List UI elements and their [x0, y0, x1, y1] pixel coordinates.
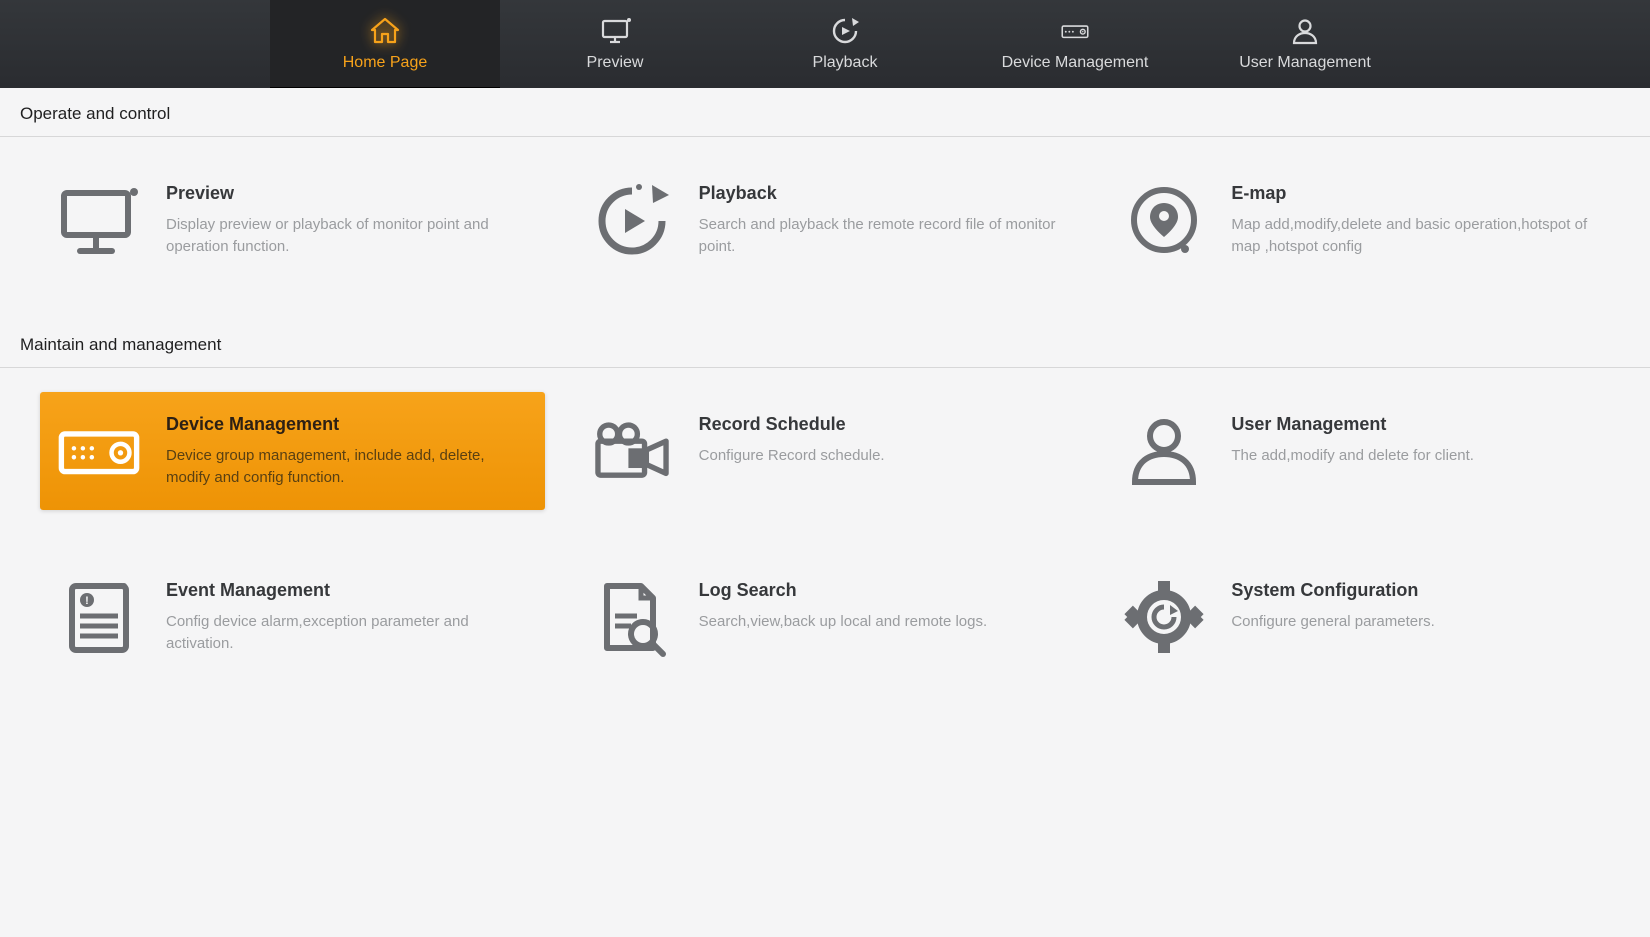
- card-desc: Search,view,back up local and remote log…: [699, 611, 1064, 633]
- card-title: E-map: [1231, 183, 1596, 204]
- card-title: Playback: [699, 183, 1064, 204]
- maintain-grid: Device Management Device group managemen…: [0, 368, 1650, 716]
- operate-grid: Preview Display preview or playback of m…: [0, 137, 1650, 319]
- card-desc: Search and playback the remote record fi…: [699, 214, 1064, 258]
- house-icon: [368, 16, 402, 46]
- user-icon: [1121, 410, 1207, 492]
- nav-label: Device Management: [1002, 54, 1149, 72]
- card-desc: The add,modify and delete for client.: [1231, 445, 1596, 467]
- nav-label: Playback: [813, 54, 878, 72]
- playback-circle-icon: [828, 16, 862, 46]
- nav-tab-user-mgmt[interactable]: User Management: [1190, 0, 1420, 88]
- map-pin-circle-icon: [1121, 179, 1207, 261]
- monitor-icon: [598, 16, 632, 46]
- card-desc: Display preview or playback of monitor p…: [166, 214, 531, 258]
- card-device-management[interactable]: Device Management Device group managemen…: [40, 392, 545, 510]
- nav-tab-device-mgmt[interactable]: Device Management: [960, 0, 1190, 88]
- card-title: User Management: [1231, 414, 1596, 435]
- svg-text:!: !: [85, 595, 89, 607]
- card-title: Event Management: [166, 580, 531, 601]
- top-nav: Home Page Preview Playback: [0, 0, 1650, 88]
- card-desc: Configure general parameters.: [1231, 611, 1596, 633]
- nav-label: User Management: [1239, 54, 1371, 72]
- monitor-icon: [56, 179, 142, 261]
- document-alert-icon: !: [56, 576, 142, 658]
- device-card-icon: [1058, 16, 1092, 46]
- nav-tab-playback[interactable]: Playback: [730, 0, 960, 88]
- card-desc: Map add,modify,delete and basic operatio…: [1231, 214, 1596, 258]
- card-log-search[interactable]: Log Search Search,view,back up local and…: [573, 558, 1078, 676]
- card-user-management[interactable]: User Management The add,modify and delet…: [1105, 392, 1610, 510]
- nav-label: Preview: [587, 54, 644, 72]
- card-title: Log Search: [699, 580, 1064, 601]
- section-header-operate: Operate and control: [0, 88, 1650, 137]
- nav-label: Home Page: [343, 54, 428, 72]
- playback-circle-icon: [589, 179, 675, 261]
- card-title: Preview: [166, 183, 531, 204]
- gear-icon: [1121, 576, 1207, 658]
- device-card-icon: [56, 410, 142, 492]
- card-record-schedule[interactable]: Record Schedule Configure Record schedul…: [573, 392, 1078, 510]
- nav-tab-preview[interactable]: Preview: [500, 0, 730, 88]
- card-title: System Configuration: [1231, 580, 1596, 601]
- document-search-icon: [589, 576, 675, 658]
- card-desc: Device group management, include add, de…: [166, 445, 531, 489]
- card-title: Device Management: [166, 414, 531, 435]
- card-emap[interactable]: E-map Map add,modify,delete and basic op…: [1105, 161, 1610, 279]
- section-header-maintain: Maintain and management: [0, 319, 1650, 368]
- nav-tab-home[interactable]: Home Page: [270, 0, 500, 88]
- card-playback[interactable]: Playback Search and playback the remote …: [573, 161, 1078, 279]
- video-camera-icon: [589, 410, 675, 492]
- card-event-management[interactable]: ! Event Management Config device alarm,e…: [40, 558, 545, 676]
- card-preview[interactable]: Preview Display preview or playback of m…: [40, 161, 545, 279]
- card-system-configuration[interactable]: System Configuration Configure general p…: [1105, 558, 1610, 676]
- card-desc: Configure Record schedule.: [699, 445, 1064, 467]
- user-icon: [1288, 16, 1322, 46]
- card-title: Record Schedule: [699, 414, 1064, 435]
- card-desc: Config device alarm,exception parameter …: [166, 611, 531, 655]
